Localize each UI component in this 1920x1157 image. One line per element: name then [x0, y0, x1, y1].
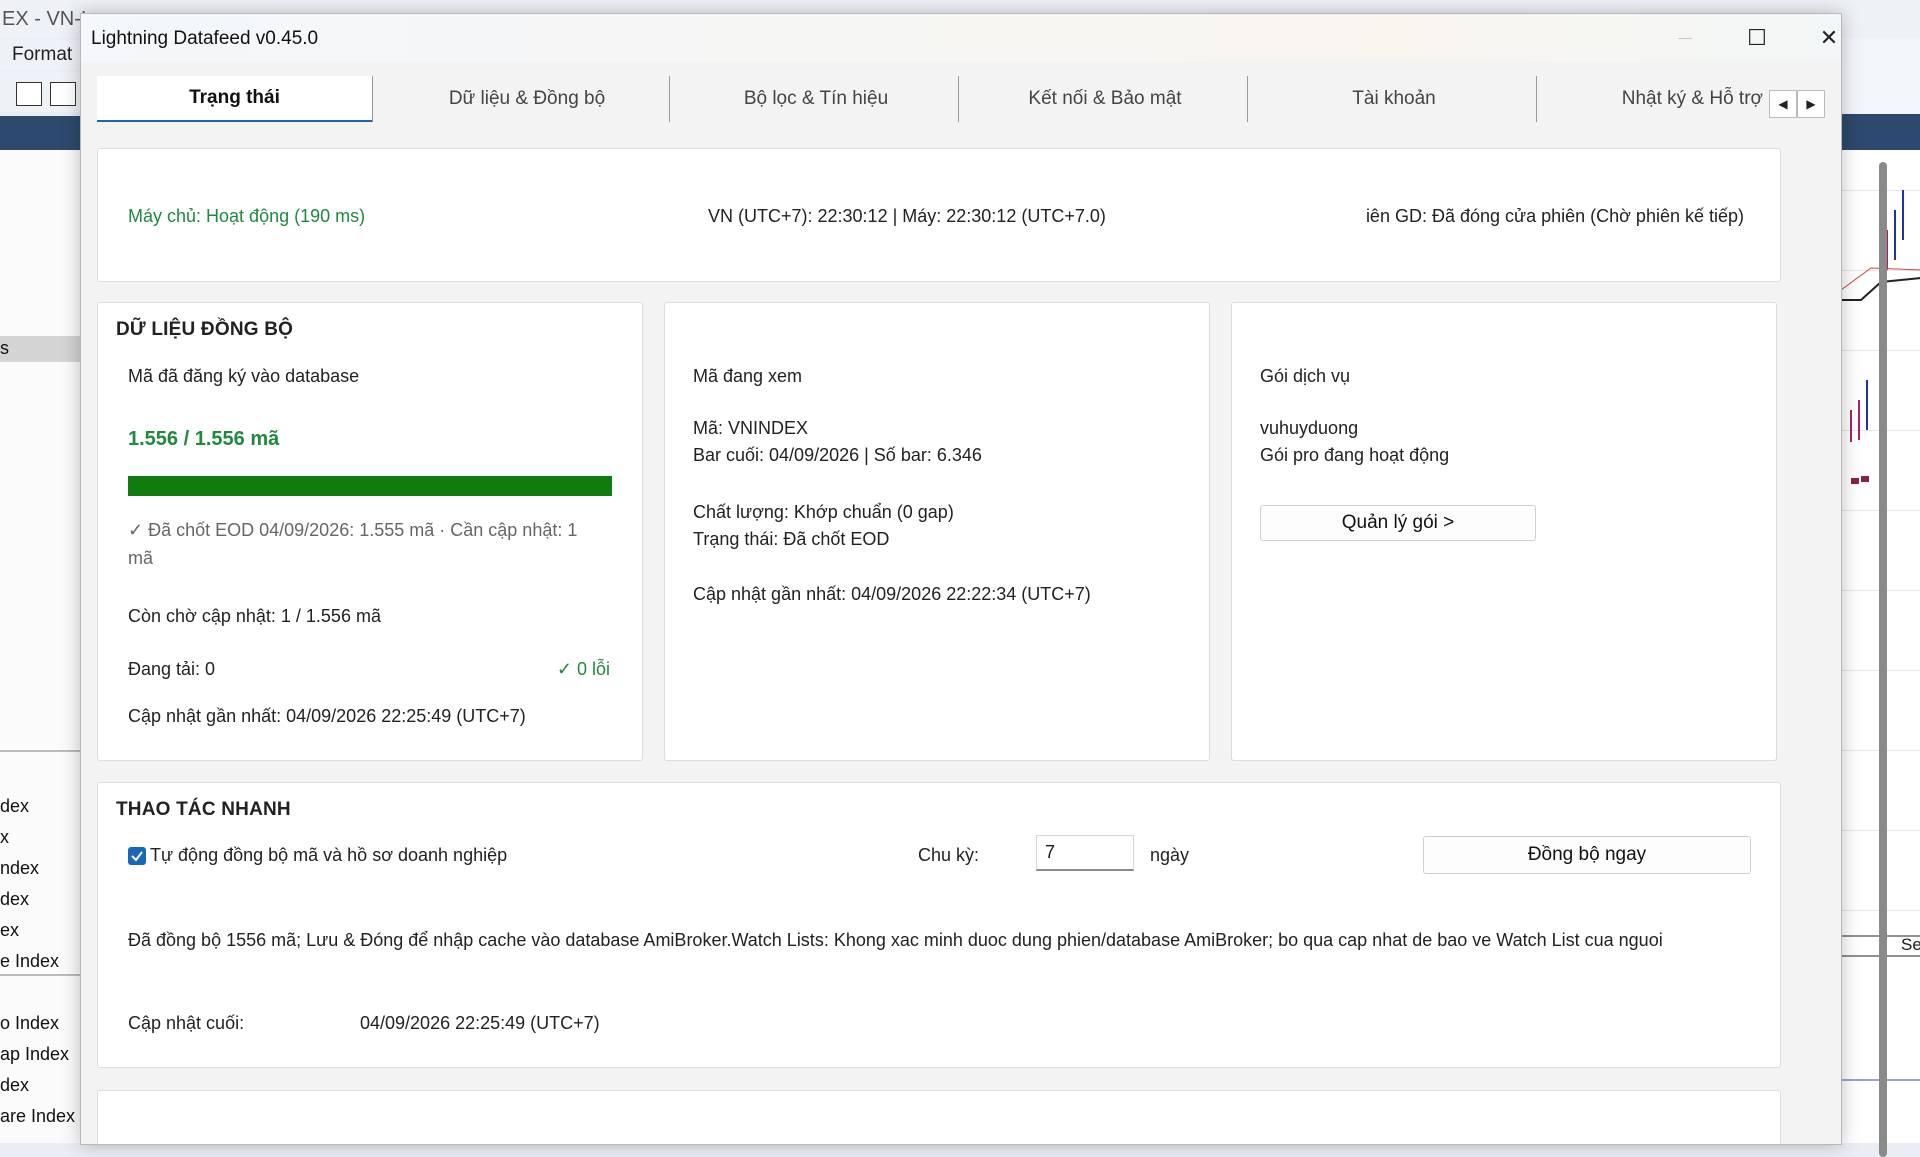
session-status: iên GD: Đã đóng cửa phiên (Chờ phiên kế … [1365, 206, 1744, 226]
auto-sync-checkbox[interactable] [128, 847, 146, 865]
status-card: Máy chủ: Hoạt động (190 ms) VN (UTC+7): … [97, 148, 1781, 282]
tab-label: Tài khoản [1352, 88, 1436, 109]
tab-scroll-left-button[interactable]: ◀ [1769, 90, 1797, 118]
tab-bo-loc-tin-hieu[interactable]: Bộ lọc & Tín hiệu [674, 76, 959, 122]
chevron-left-icon: ◀ [1778, 97, 1788, 111]
cycle-days-input[interactable]: 7 [1036, 835, 1134, 871]
close-button[interactable]: ✕ [1793, 14, 1865, 62]
list-item[interactable]: are Index [0, 1106, 75, 1127]
sync-heading: DỮ LIỆU ĐỒNG BỘ [116, 319, 294, 340]
server-status: Máy chủ: Hoạt động (190 ms) [128, 206, 366, 226]
copy-icon[interactable] [16, 82, 42, 106]
quick-actions-card: THAO TÁC NHANH Tự động đồng bộ mã và hồ … [97, 782, 1781, 1068]
plan-status: Gói pro đang hoạt động [1260, 445, 1450, 465]
bar-info: Bar cuối: 04/09/2026 | Số bar: 6.346 [693, 445, 982, 465]
maximize-button[interactable]: ☐ [1721, 14, 1793, 62]
list-item[interactable]: dex [0, 796, 29, 817]
sync-now-button[interactable]: Đồng bộ ngay [1423, 836, 1751, 874]
quick-actions-heading: THAO TÁC NHANH [116, 799, 291, 820]
chart-label: Se [1901, 935, 1920, 954]
current-symbol: Mã: VNINDEX [693, 418, 809, 438]
tab-du-lieu-dong-bo[interactable]: Dữ liệu & Đồng bộ [385, 76, 670, 122]
auto-sync-label[interactable]: Tự động đồng bộ mã và hồ sơ doanh nghiệp [150, 845, 507, 866]
sync-message: Đã đồng bộ 1556 mã; Lưu & Đóng để nhập c… [128, 930, 1663, 950]
symbol-state: Trạng thái: Đã chốt EOD [693, 529, 890, 549]
paste-icon[interactable] [50, 82, 76, 106]
cycle-label: Chu kỳ: [918, 845, 980, 865]
eod-status-line1: ✓ Đã chốt EOD 04/09/2026: 1.555 mã · Cần… [128, 520, 578, 540]
lightning-datafeed-window: Lightning Datafeed v0.45.0 ☐ ✕ Trạng thá… [80, 13, 1887, 1157]
close-icon: ✕ [1819, 25, 1839, 50]
tab-label: Dữ liệu & Đồng bộ [448, 88, 606, 109]
next-card [97, 1090, 1781, 1144]
list-item[interactable]: ndex [0, 858, 39, 879]
tab-nhat-ky-ho-tro[interactable]: Nhật ký & Hỗ trợ [1541, 76, 1769, 122]
days-label: ngày [1150, 845, 1190, 865]
tab-trang-thai[interactable]: Trạng thái [97, 76, 373, 124]
vertical-scrollbar[interactable] [1879, 162, 1887, 1157]
list-item[interactable]: ex [0, 920, 19, 941]
tab-label: Nhật ký & Hỗ trợ [1621, 88, 1763, 109]
list-item[interactable]: o Index [0, 1013, 59, 1034]
list-highlight [0, 336, 82, 362]
clock-status: VN (UTC+7): 22:30:12 | Máy: 22:30:12 (UT… [708, 206, 1106, 226]
background-menubar: Format [0, 40, 90, 70]
tab-label: Kết nối & Bảo mật [1028, 88, 1182, 109]
divider [0, 750, 82, 752]
sync-progress-bar [128, 476, 612, 496]
title-bar[interactable]: Lightning Datafeed v0.45.0 ☐ ✕ [81, 14, 1841, 62]
list-item[interactable]: ap Index [0, 1044, 69, 1065]
service-plan-card: Gói dịch vụ vuhuyduong Gói pro đang hoạt… [1231, 302, 1777, 761]
account-username: vuhuyduong [1260, 418, 1359, 438]
checkmark-icon [131, 851, 143, 862]
data-quality: Chất lượng: Khớp chuẩn (0 gap) [693, 502, 954, 522]
chart-header-bar [1840, 114, 1920, 150]
background-header-bar [0, 116, 90, 150]
sync-progress-fill [128, 476, 612, 496]
background-symbol-list: s dex x ndex dex ex e Index o Index ap I… [0, 150, 83, 1143]
maximize-icon: ☐ [1747, 25, 1767, 50]
window-title: Lightning Datafeed v0.45.0 [91, 28, 319, 49]
symbol-last-update: Cập nhật gần nhất: 04/09/2026 22:22:34 (… [693, 584, 1091, 604]
tab-label: Trạng thái [189, 87, 280, 108]
minimize-icon [1678, 37, 1692, 39]
list-item[interactable]: s [0, 338, 9, 359]
current-symbol-title: Mã đang xem [693, 366, 803, 386]
error-count: ✓ 0 lỗi [556, 659, 610, 679]
last-update-label: Cập nhật cuối: [128, 1013, 245, 1033]
pending-updates: Còn chờ cập nhật: 1 / 1.556 mã [128, 606, 381, 626]
registered-label: Mã đã đăng ký vào database [128, 366, 360, 386]
tab-content-status: Máy chủ: Hoạt động (190 ms) VN (UTC+7): … [91, 122, 1817, 1144]
list-item[interactable]: dex [0, 1075, 29, 1096]
loading-count: Đang tải: 0 [128, 659, 216, 679]
list-item[interactable]: dex [0, 889, 29, 910]
divider [0, 974, 82, 976]
tab-tai-khoan[interactable]: Tài khoản [1252, 76, 1537, 122]
current-symbol-card: Mã đang xem Mã: VNINDEX Bar cuối: 04/09/… [664, 302, 1210, 761]
service-title: Gói dịch vụ [1260, 366, 1351, 386]
last-update-value: 04/09/2026 22:25:49 (UTC+7) [360, 1013, 600, 1033]
manage-plan-button[interactable]: Quản lý gói > [1260, 505, 1536, 541]
menu-format[interactable]: Format [0, 40, 90, 70]
background-toolbar [0, 72, 90, 112]
tab-scroll-right-button[interactable]: ▶ [1797, 90, 1825, 118]
sync-last-update: Cập nhật gần nhất: 04/09/2026 22:25:49 (… [128, 706, 526, 726]
sync-data-card: DỮ LIỆU ĐỒNG BỘ Mã đã đăng ký vào databa… [97, 302, 643, 761]
eod-status-line2: mã [128, 548, 154, 568]
list-item[interactable]: e Index [0, 951, 59, 972]
chevron-right-icon: ▶ [1806, 97, 1816, 111]
tab-ket-noi-bao-mat[interactable]: Kết nối & Bảo mật [963, 76, 1248, 122]
list-item[interactable]: x [0, 827, 9, 848]
minimize-button[interactable] [1649, 14, 1721, 62]
tab-label: Bộ lọc & Tín hiệu [743, 88, 889, 109]
registered-count: 1.556 / 1.556 mã [128, 428, 280, 450]
